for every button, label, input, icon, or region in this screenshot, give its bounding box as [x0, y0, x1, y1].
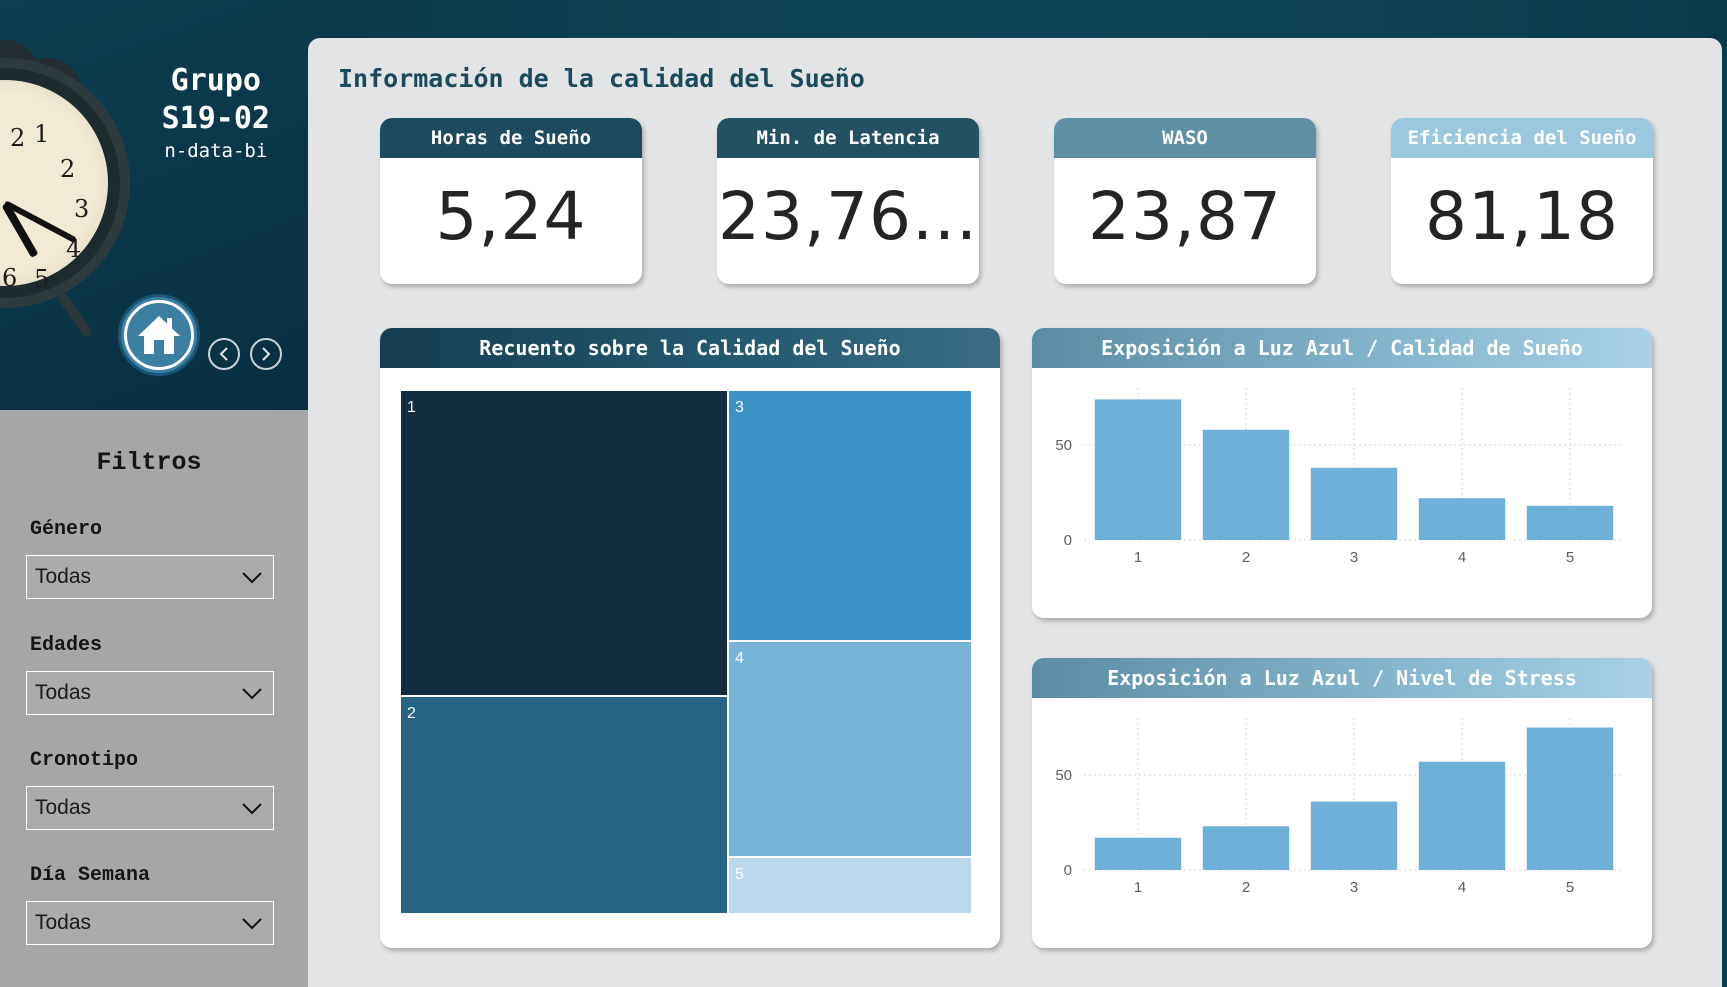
chevron-left-icon	[219, 347, 228, 361]
filter-label-dia-semana: Día Semana	[30, 864, 151, 887]
brand-header: 1 2 3 4 5 2 6 Grupo S19-02 n-data-bi	[0, 0, 308, 410]
home-icon	[138, 316, 180, 354]
bar-3[interactable]	[1310, 801, 1398, 870]
treemap-title: Recuento sobre la Calidad del Sueño	[380, 328, 1000, 368]
bar-5[interactable]	[1526, 727, 1614, 871]
treemap-cell-3[interactable]: 3	[728, 390, 972, 641]
kpi-header: Eficiencia del Sueño	[1391, 118, 1653, 158]
filter-value-genero: Todas	[35, 565, 92, 588]
home-button[interactable]	[118, 294, 200, 376]
filter-label-edades: Edades	[30, 634, 103, 657]
treemap-label-1: 1	[407, 399, 416, 416]
bar-chart-card-stress[interactable]: Exposición a Luz Azul / Nivel de Stress …	[1032, 658, 1652, 948]
filter-select-edades[interactable]: Todas	[26, 671, 274, 715]
x-tick-label: 1	[1134, 879, 1142, 896]
kpi-header: WASO	[1054, 118, 1316, 158]
filter-label-genero: Género	[30, 518, 103, 541]
bar-chart-title-stress: Exposición a Luz Azul / Nivel de Stress	[1032, 658, 1652, 698]
x-tick-label: 3	[1350, 879, 1358, 896]
treemap-label-2: 2	[407, 705, 416, 722]
filter-select-dia-semana[interactable]: Todas	[26, 901, 274, 945]
y-tick-label: 0	[1064, 862, 1072, 879]
kpi-card-eficiencia[interactable]: Eficiencia del Sueño 81,18	[1391, 118, 1653, 284]
filter-value-edades: Todas	[35, 681, 92, 704]
previous-page-button[interactable]	[208, 338, 240, 370]
kpi-card-waso[interactable]: WASO 23,87	[1054, 118, 1316, 284]
filter-select-cronotipo[interactable]: Todas	[26, 786, 274, 830]
treemap-cell-2[interactable]: 2	[400, 696, 728, 914]
filter-select-genero[interactable]: Todas	[26, 555, 274, 599]
treemap-area: 1 2 3 4 5	[400, 390, 972, 914]
clock-leg	[56, 291, 94, 339]
group-subtitle: n-data-bi	[164, 140, 268, 162]
alarm-clock-image: 1 2 3 4 5 2 6	[0, 58, 130, 308]
treemap-cell-1[interactable]: 1	[400, 390, 728, 696]
treemap-cell-5[interactable]: 5	[728, 857, 972, 914]
treemap-label-4: 4	[735, 650, 744, 667]
y-tick-label: 50	[1055, 767, 1072, 784]
treemap-cell-4[interactable]: 4	[728, 641, 972, 857]
bar-3[interactable]	[1310, 467, 1398, 540]
bar-chart-card-calidad[interactable]: Exposición a Luz Azul / Calidad de Sueño…	[1032, 328, 1652, 618]
bar-2[interactable]	[1202, 429, 1290, 540]
clock-face: 1 2 3 4 5 2 6	[0, 80, 108, 293]
kpi-card-horas-sueno[interactable]: Horas de Sueño 5,24	[380, 118, 642, 284]
next-page-button[interactable]	[250, 338, 282, 370]
filter-value-dia-semana: Todas	[35, 911, 92, 934]
main-panel: Información de la calidad del Sueño Hora…	[308, 38, 1722, 987]
kpi-value: 5,24	[435, 178, 587, 255]
group-title-line1: Grupo	[170, 63, 261, 98]
group-title-line2: S19-02	[161, 101, 270, 136]
page-title: Información de la calidad del Sueño	[338, 64, 865, 93]
kpi-value: 23,87	[1088, 178, 1282, 255]
bar-1[interactable]	[1094, 837, 1182, 870]
treemap-card[interactable]: Recuento sobre la Calidad del Sueño 1 2 …	[380, 328, 1000, 948]
x-tick-label: 5	[1566, 879, 1574, 896]
kpi-card-latencia[interactable]: Min. de Latencia 23,76...	[717, 118, 979, 284]
y-tick-label: 50	[1055, 437, 1072, 454]
filter-label-cronotipo: Cronotipo	[30, 749, 139, 772]
bar-chart-title-calidad: Exposición a Luz Azul / Calidad de Sueño	[1032, 328, 1652, 368]
bar-1[interactable]	[1094, 399, 1182, 540]
x-tick-label: 3	[1350, 549, 1358, 566]
x-tick-label: 2	[1242, 879, 1250, 896]
x-tick-label: 5	[1566, 549, 1574, 566]
bar-chart-stress: 0 50 1 2 3 4 5	[1055, 718, 1624, 896]
treemap-label-5: 5	[735, 866, 744, 883]
kpi-value: 23,76...	[718, 178, 978, 255]
x-tick-label: 1	[1134, 549, 1142, 566]
kpi-header: Horas de Sueño	[380, 118, 642, 158]
bar-4[interactable]	[1418, 498, 1506, 540]
bar-5[interactable]	[1526, 505, 1614, 540]
chevron-right-icon	[262, 347, 271, 361]
treemap-label-3: 3	[735, 399, 744, 416]
bar-2[interactable]	[1202, 826, 1290, 870]
chevron-down-icon	[242, 918, 262, 930]
bar-chart-calidad: 0 50 1 2 3 4 5	[1055, 388, 1624, 566]
x-tick-label: 2	[1242, 549, 1250, 566]
chevron-down-icon	[242, 572, 262, 584]
filters-title: Filtros	[96, 448, 202, 477]
y-tick-label: 0	[1064, 532, 1072, 549]
bar-4[interactable]	[1418, 761, 1506, 870]
chevron-down-icon	[242, 688, 262, 700]
kpi-value: 81,18	[1425, 178, 1619, 255]
filter-value-cronotipo: Todas	[35, 796, 92, 819]
home-button-ring	[124, 300, 194, 370]
group-title: Grupo S19-02 n-data-bi	[162, 62, 270, 162]
chevron-down-icon	[242, 803, 262, 815]
x-tick-label: 4	[1458, 879, 1466, 896]
kpi-header: Min. de Latencia	[717, 118, 979, 158]
filters-panel: Filtros Género Todas Edades Todas Cronot…	[0, 410, 308, 987]
x-tick-label: 4	[1458, 549, 1466, 566]
